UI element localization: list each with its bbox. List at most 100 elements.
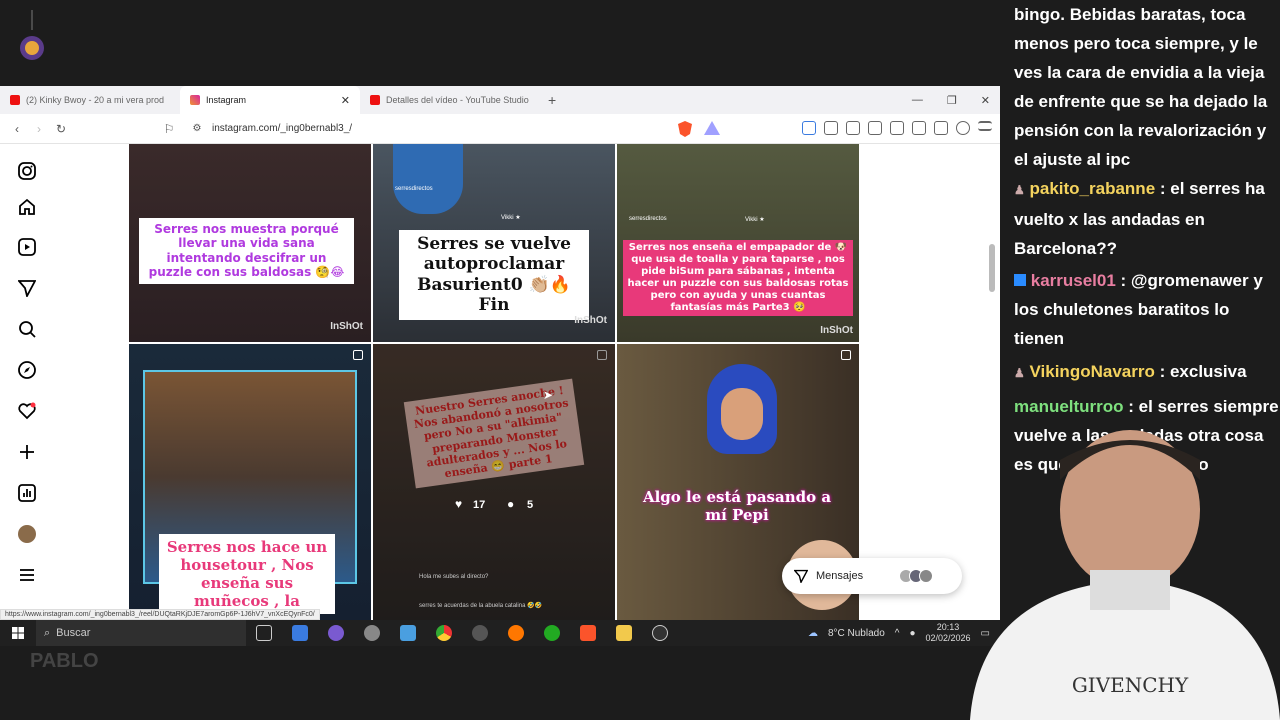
- create-icon[interactable]: [18, 443, 36, 461]
- url-input[interactable]: instagram.com/_ing0bernabl3_/: [212, 123, 352, 134]
- messages-button[interactable]: Mensajes: [782, 558, 962, 594]
- watermark-text: InShOt: [330, 321, 363, 332]
- browser-window: (2) Kinky Bwoy - 20 a mi vera prod D Ins…: [0, 86, 1000, 620]
- new-tab-icon[interactable]: +: [548, 92, 556, 108]
- instagram-logo-icon[interactable]: [18, 162, 36, 180]
- chrome-icon[interactable]: [436, 625, 452, 641]
- notifications-heart-icon[interactable]: [18, 402, 36, 420]
- puzzle-icon[interactable]: [824, 121, 838, 135]
- brave-shield-icon[interactable]: [678, 121, 692, 137]
- menu-icon[interactable]: [978, 121, 992, 131]
- small-label: Vikki ★: [745, 217, 765, 223]
- obs-icon[interactable]: [652, 625, 668, 641]
- comment-icon: ●: [507, 497, 515, 511]
- live-comment: Hola me subes al directo?: [419, 574, 489, 580]
- post-overlay: [373, 344, 615, 620]
- back-icon[interactable]: ‹: [6, 122, 28, 136]
- taskbar-search[interactable]: ⌕ Buscar: [36, 620, 246, 646]
- channel-logo-text: PABLO: [30, 650, 99, 672]
- small-label: Vikki ★: [501, 215, 521, 221]
- home-icon[interactable]: [18, 198, 36, 216]
- extension-icon[interactable]: [802, 121, 816, 135]
- post-caption: Serres nos enseña el empapador de 🐶 que …: [623, 240, 853, 316]
- app-icon[interactable]: [364, 625, 380, 641]
- media-player-icon[interactable]: [472, 625, 488, 641]
- post-thumbnail[interactable]: serresdirectos Vikki ★ Serres nos enseña…: [617, 144, 859, 342]
- small-label: serresdirectos: [629, 216, 667, 222]
- dashboard-icon[interactable]: [18, 484, 36, 502]
- sidebar-icon[interactable]: [890, 121, 904, 135]
- chat-message: bingo. Bebidas baratas, toca menos pero …: [1014, 0, 1280, 174]
- post-thumbnail[interactable]: Serres nos hace un housetour , Nos enseñ…: [129, 344, 371, 620]
- instagram-icon: [190, 95, 200, 105]
- tab-label: Instagram: [206, 95, 247, 105]
- explore-icon[interactable]: [18, 361, 36, 379]
- window-controls: — ❐ ✕: [912, 86, 990, 114]
- chat-text: bingo. Bebidas baratas, toca menos pero …: [1014, 5, 1268, 169]
- tab-youtube-studio[interactable]: Detalles del vídeo - YouTube Studio: [360, 86, 540, 114]
- post-thumbnail[interactable]: serresdirectos Vikki ★ Serres se vuelve …: [373, 144, 615, 342]
- bookmark-icon[interactable]: ⚐: [158, 122, 180, 136]
- video-person: [393, 144, 463, 214]
- forward-icon[interactable]: ›: [28, 122, 50, 136]
- search-placeholder: Buscar: [56, 627, 91, 639]
- tab-label: (2) Kinky Bwoy - 20 a mi vera prod D: [26, 95, 166, 105]
- address-bar: ‹ › ↻ ⚐ ⚙ instagram.com/_ing0bernabl3_/: [0, 114, 1000, 144]
- status-url: https://www.instagram.com/_ing0bernabl3_…: [0, 609, 320, 620]
- chevron-up-icon[interactable]: ^: [895, 628, 900, 639]
- cursor-icon: ➤: [543, 388, 554, 402]
- close-window-icon[interactable]: ✕: [981, 94, 990, 107]
- app-icon[interactable]: [400, 625, 416, 641]
- weather-text[interactable]: 8°C Nublado: [828, 628, 885, 639]
- chat-username: manuelturroo: [1014, 397, 1124, 416]
- close-tab-icon[interactable]: ✕: [341, 94, 350, 107]
- heart-icon: ♥: [455, 497, 463, 511]
- stream-screen: (2) Kinky Bwoy - 20 a mi vera prod D Ins…: [0, 0, 1280, 720]
- post-caption: Serres nos muestra porqué llevar una vid…: [139, 218, 354, 284]
- more-menu-icon[interactable]: [18, 566, 36, 584]
- chat-message: karrusel01 : @gromenawer y los chuletone…: [1014, 266, 1280, 353]
- reel-icon: [841, 350, 851, 360]
- tab-instagram[interactable]: Instagram ✕: [180, 86, 360, 114]
- windows-start-icon[interactable]: [12, 627, 24, 639]
- xbox-icon[interactable]: [544, 625, 560, 641]
- streamer-webcam: GIVENCHY: [970, 430, 1280, 720]
- profile-avatar[interactable]: [18, 525, 36, 543]
- app-icon[interactable]: [328, 625, 344, 641]
- instagram-sidebar: [0, 144, 54, 620]
- chat-badge-icon: ♟: [1014, 366, 1025, 380]
- microphone-icon[interactable]: ●: [909, 628, 915, 639]
- chat-message: ♟ pakito_rabanne : el serres ha vuelto x…: [1014, 174, 1280, 263]
- firefox-icon[interactable]: [508, 625, 524, 641]
- stream-logo-icon: [20, 10, 44, 60]
- post-thumbnail[interactable]: Serres nos muestra porqué llevar una vid…: [129, 144, 371, 342]
- chat-username: karrusel01: [1030, 271, 1116, 290]
- send-icon[interactable]: [18, 279, 36, 297]
- ai-icon[interactable]: [934, 121, 948, 135]
- chat-username: pakito_rabanne: [1029, 179, 1156, 198]
- brave-rewards-icon[interactable]: [704, 121, 720, 135]
- minimize-icon[interactable]: —: [912, 94, 923, 106]
- folder-icon[interactable]: [616, 625, 632, 641]
- wallet-icon[interactable]: [912, 121, 926, 135]
- restore-icon[interactable]: ❐: [947, 94, 957, 107]
- tab-youtube-music[interactable]: (2) Kinky Bwoy - 20 a mi vera prod D: [0, 86, 180, 114]
- store-icon[interactable]: [292, 625, 308, 641]
- youtube-icon: [370, 95, 380, 105]
- tab-label: Detalles del vídeo - YouTube Studio: [386, 95, 529, 105]
- brave-icon[interactable]: [580, 625, 596, 641]
- music-icon[interactable]: [868, 121, 882, 135]
- live-comment: serres te acuerdas de la abuela catalina…: [419, 603, 543, 609]
- reels-icon[interactable]: [18, 238, 36, 256]
- task-view-icon[interactable]: [256, 625, 272, 641]
- small-label: serresdirectos: [395, 186, 433, 192]
- reload-icon[interactable]: ↻: [50, 122, 72, 136]
- taskbar: ⌕ Buscar ☁ 8°C Nublado ^ ● 20:13 02/02/2…: [0, 620, 1000, 646]
- post-caption: Serres nos hace un housetour , Nos enseñ…: [159, 534, 335, 614]
- search-icon[interactable]: [18, 320, 36, 338]
- scrollbar-thumb[interactable]: [989, 244, 995, 292]
- vpn-icon[interactable]: [956, 121, 970, 135]
- wallet-icon[interactable]: [846, 121, 860, 135]
- post-thumbnail[interactable]: Nuestro Serres anoche ! Nos abandonó a n…: [373, 344, 615, 620]
- site-settings-icon[interactable]: ⚙: [186, 123, 208, 134]
